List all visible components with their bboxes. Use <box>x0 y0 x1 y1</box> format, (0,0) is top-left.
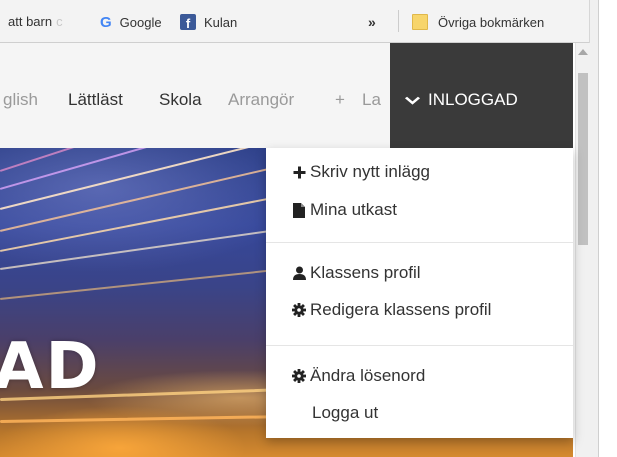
google-icon: G <box>100 14 112 31</box>
plus-icon <box>292 166 306 179</box>
user-icon <box>292 266 306 280</box>
logged-in-label: INLOGGAD <box>428 90 518 109</box>
bookmarks-separator <box>398 10 399 32</box>
menu-item-label: Redigera klassens profil <box>310 300 492 319</box>
logged-in-menu-button[interactable]: INLOGGAD <box>390 43 573 148</box>
other-bookmarks-folder[interactable]: Övriga bokmärken <box>412 14 544 30</box>
nav-link-plus[interactable]: + <box>335 90 345 110</box>
bookmark-google[interactable]: G Google <box>100 14 162 31</box>
menu-item-drafts[interactable]: Mina utkast <box>292 200 397 220</box>
nav-link-english[interactable]: glish <box>3 90 38 110</box>
logged-in-dropdown-menu: Skriv nytt inlägg Mina utkast Klassens p… <box>266 148 573 438</box>
bookmark-label: Kulan <box>204 14 238 30</box>
cog-icon <box>292 369 306 383</box>
menu-item-label: Klassens profil <box>310 263 421 282</box>
menu-item-edit-class-profile[interactable]: Redigera klassens profil <box>292 300 491 320</box>
cog-icon <box>292 303 306 317</box>
nav-link-truncated[interactable]: La <box>362 90 390 110</box>
bookmark-kulan[interactable]: f Kulan <box>180 14 237 30</box>
adjacent-window-edge <box>598 0 617 457</box>
bookmarks-overflow-button[interactable]: » <box>368 14 376 30</box>
bookmark-item[interactable]: att barn c <box>8 14 63 29</box>
menu-item-logout[interactable]: Logga ut <box>312 403 378 423</box>
folder-icon <box>412 14 428 30</box>
bookmarks-bar: att barn c G Google f Kulan » Övriga bok… <box>0 0 589 43</box>
menu-divider <box>266 345 573 346</box>
bookmark-label: Google <box>119 15 162 30</box>
bookmark-label: att barn <box>8 14 53 29</box>
nav-link-lattlast[interactable]: Lättläst <box>68 90 123 110</box>
menu-item-label: Skriv nytt inlägg <box>310 162 430 181</box>
menu-item-new-post[interactable]: Skriv nytt inlägg <box>292 162 430 182</box>
bookmark-label-faded: c <box>56 14 63 29</box>
chevron-down-icon <box>404 93 421 108</box>
nav-link-skola[interactable]: Skola <box>159 90 202 110</box>
nav-link-arrangor[interactable]: Arrangör <box>228 90 294 110</box>
scrollbar-thumb[interactable] <box>578 73 588 245</box>
other-bookmarks-label: Övriga bokmärken <box>438 14 545 30</box>
file-icon <box>292 202 306 218</box>
menu-item-label: Mina utkast <box>310 200 397 219</box>
menu-item-class-profile[interactable]: Klassens profil <box>292 263 421 283</box>
hero-title: AD <box>0 330 101 404</box>
site-navbar: glish Lättläst Skola Arrangör + La INLOG… <box>0 43 573 148</box>
scroll-up-arrow-icon[interactable] <box>578 49 588 55</box>
page-scrollbar[interactable] <box>575 43 590 457</box>
menu-divider <box>266 242 573 243</box>
menu-item-label: Ändra lösenord <box>310 366 426 385</box>
logged-in-label-wrap: INLOGGAD <box>404 90 518 110</box>
menu-item-change-password[interactable]: Ändra lösenord <box>292 366 425 386</box>
menu-item-label: Logga ut <box>312 403 379 422</box>
facebook-icon: f <box>180 14 196 30</box>
